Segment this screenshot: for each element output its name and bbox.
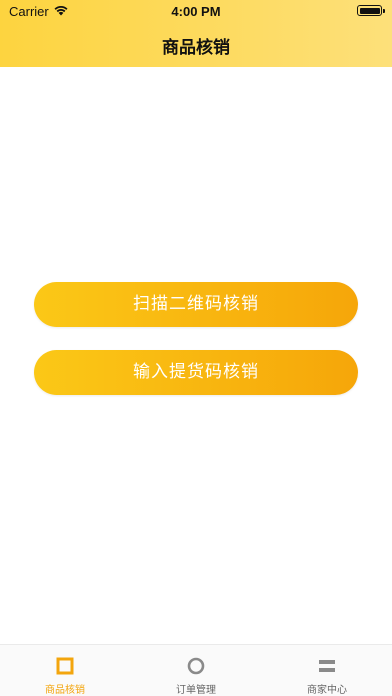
battery-icon: [357, 5, 385, 16]
tab-label: 订单管理: [176, 685, 216, 696]
tab-order-management[interactable]: 订单管理: [131, 645, 261, 696]
status-time: 4:00 PM: [171, 4, 221, 19]
app-header: Carrier 4:00 PM 商品核销: [0, 0, 392, 67]
status-bar: Carrier 4:00 PM: [0, 0, 392, 22]
square-icon: [56, 657, 74, 675]
circle-icon: [187, 657, 205, 675]
tab-bar: 商品核销 订单管理 商家中心: [0, 644, 392, 696]
page-title: 商品核销: [162, 38, 230, 58]
tab-goods-verify[interactable]: 商品核销: [0, 645, 130, 696]
enter-pickup-code-button[interactable]: 输入提货码核销: [34, 350, 358, 395]
equals-icon: [319, 660, 335, 672]
tab-merchant-center[interactable]: 商家中心: [262, 645, 392, 696]
tab-label: 商品核销: [45, 685, 85, 696]
scan-qr-verify-button[interactable]: 扫描二维码核销: [34, 282, 358, 327]
tab-label: 商家中心: [307, 685, 347, 696]
